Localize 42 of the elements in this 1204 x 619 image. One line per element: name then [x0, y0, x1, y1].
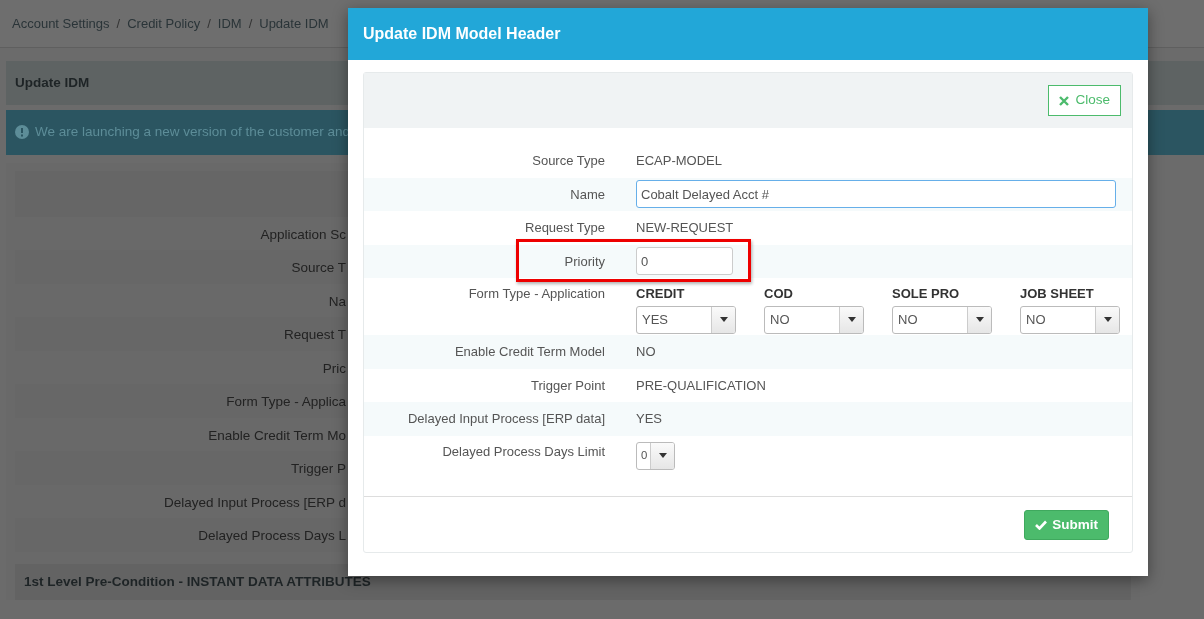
caret-icon [658, 453, 667, 458]
check-icon [1035, 519, 1048, 530]
text-input[interactable]: 0 [636, 247, 733, 276]
field-label: Form Type - Application [467, 285, 605, 303]
breadcrumb-separator: / [207, 14, 211, 33]
breadcrumb-separator: / [116, 14, 121, 33]
field-label: Priority [563, 252, 605, 271]
column-heading: JOB SHEET [1020, 285, 1095, 303]
field-label: Pric [321, 359, 346, 378]
field-label: Request Type [524, 219, 605, 237]
field-value: NEW-REQUEST [636, 219, 735, 237]
column-heading: COD [764, 285, 794, 303]
select-dropdown[interactable]: NO [764, 305, 864, 334]
field-label: Name [569, 185, 605, 204]
field-label: Source Type [531, 152, 605, 170]
field-label: Na [327, 292, 346, 311]
field-label: Delayed Input Process [ERP d [162, 493, 346, 512]
column-heading: CREDIT [636, 285, 686, 303]
field-value: YES [636, 410, 663, 428]
select-dropdown[interactable]: NO [1020, 305, 1120, 334]
modal-title: Update IDM Model Header [348, 8, 1148, 60]
field-label: Delayed Process Days Limit [441, 442, 605, 461]
select-dropdown[interactable]: YES [636, 305, 736, 334]
caret-icon [847, 317, 856, 322]
field-label: Enable Credit Term Model [453, 343, 605, 361]
breadcrumb-separator: / [248, 14, 253, 33]
caret-icon [975, 317, 984, 322]
column-heading: SOLE PRO [892, 285, 961, 303]
field-label: Delayed Input Process [ERP data] [406, 410, 605, 428]
field-value: ECAP-MODEL [636, 152, 723, 170]
field-value: NO [636, 343, 657, 361]
caret-icon [719, 317, 728, 322]
field-label: Enable Credit Term Mo [207, 426, 346, 445]
text-input[interactable]: Cobalt Delayed Acct # [636, 180, 1116, 209]
alert-icon [15, 125, 29, 140]
field-value: PRE-QUALIFICATION [636, 376, 767, 395]
close-icon [1059, 95, 1070, 106]
caret-icon [1103, 317, 1112, 322]
select-dropdown[interactable]: NO [892, 305, 992, 334]
field-label: Application Sc [259, 225, 346, 244]
select-dropdown[interactable]: 0 [636, 441, 675, 470]
field-label: Trigger Point [530, 376, 605, 395]
